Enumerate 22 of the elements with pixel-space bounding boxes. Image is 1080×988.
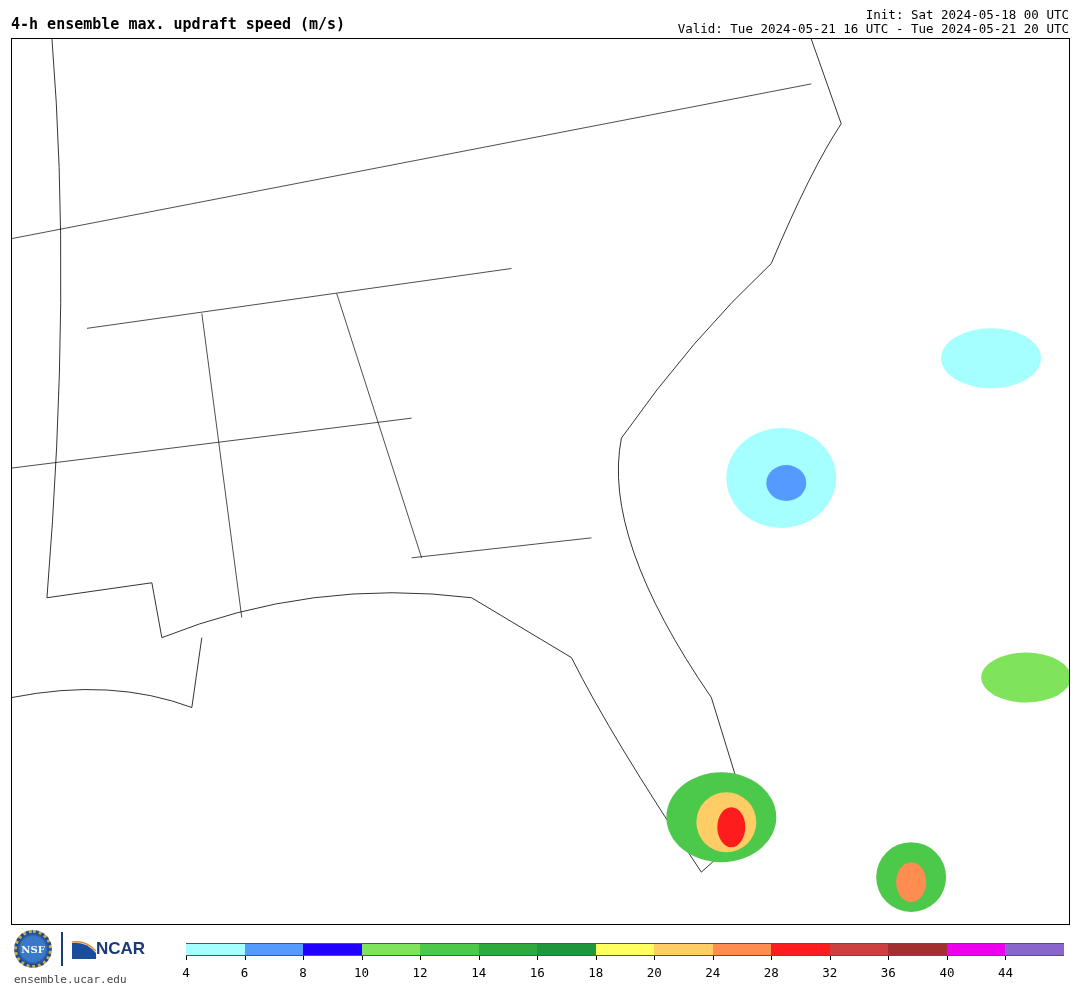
tick-label: 12 [412, 964, 428, 982]
tick-label: 16 [529, 964, 545, 982]
nsf-logo: NSF [14, 930, 52, 968]
valid-time: Valid: Tue 2024-05-21 16 UTC - Tue 2024-05-21 20 UTC [677, 22, 1069, 36]
tick-label: 8 [299, 964, 307, 982]
tick-label: 14 [471, 964, 487, 982]
tick-label: 6 [240, 964, 249, 982]
tick-label: 36 [880, 964, 896, 982]
tick-label: 32 [822, 964, 838, 982]
swoosh-icon [72, 939, 96, 959]
tick-label: 10 [354, 964, 370, 982]
tick-label: 24 [705, 964, 721, 982]
init-time: Init: Sat 2024-05-18 00 UTC [864, 8, 1069, 22]
tick-label: 28 [763, 964, 779, 982]
chart-title: 4-h ensemble max. updraft speed (m/s) [11, 17, 346, 32]
site-url: ensemble.ucar.edu [14, 972, 128, 988]
tick-label: 18 [588, 964, 604, 982]
ncar-logo: NCAR [96, 938, 146, 961]
tick-label: 40 [939, 964, 955, 982]
tick-label: 4 [182, 964, 190, 982]
tick-label: 20 [646, 964, 662, 982]
tick-label: 44 [997, 964, 1013, 982]
